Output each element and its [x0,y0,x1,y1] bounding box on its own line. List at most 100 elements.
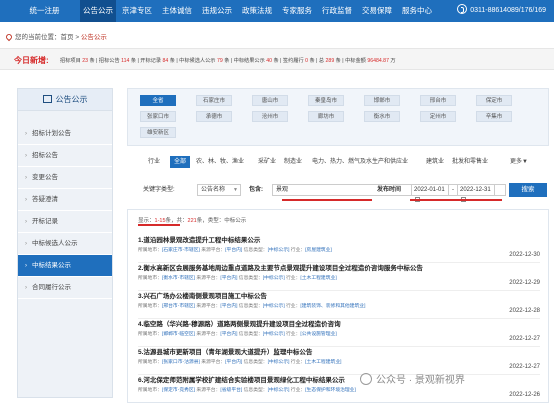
stat-unit: 条 [89,58,95,64]
nav-item-announcements[interactable]: 公告公示 [80,0,116,22]
keyword-type-select[interactable]: 公告名称 ▼ [197,184,241,196]
stat-unit: 条 [224,58,230,64]
phone-icon [457,4,468,14]
region-chip[interactable]: 辛集市 [476,111,512,122]
result-title[interactable]: 2.衡水高新区会展服务基地周边重点道路及主要节点景观提升建设项目全过程造价咨询服… [138,262,423,272]
sidebar-item-tender[interactable]: › 招标公告 [18,145,112,167]
result-date: 2022-12-30 [509,252,540,258]
results-list: 显示：1-15条，共：221条，类型：中标公示 1.道沿园林景观改造提升工程中标… [127,209,549,403]
keyword-type-value: 公告名称 [201,187,226,193]
region-chip[interactable]: 雄安新区 [140,127,176,138]
search-button[interactable]: 搜索 [509,183,547,197]
region-chip[interactable]: 石家庄市 [196,95,232,106]
industry-item[interactable]: 农、林、牧、渔业 [196,156,244,168]
result-item[interactable]: 6.河北保定师范附属学校扩建结合实验楼项目景观绿化工程中标结果公示 所属地市：[… [138,374,540,403]
region-chip[interactable]: 唐山市 [252,95,288,106]
nav-item-violations[interactable]: 违规公示 [200,0,234,22]
nav-item-register[interactable]: 统一注册 [29,0,60,22]
breadcrumb-current: 公告公示 [80,34,107,41]
nav-item-security[interactable]: 交易保障 [360,0,394,22]
hotline: 0311-88614089/176/169 [457,0,546,22]
result-title[interactable]: 5.沽源县城市更新项目（青年湖景观大道提升）监理中标公告 [138,346,312,356]
chevron-right-icon: › [25,153,27,159]
stat-value: 96484.87 [367,58,389,64]
nav-item-service[interactable]: 服务中心 [400,0,434,22]
result-meta: 所属地市：[张家口市-沽源县] 来源平台：[平台内] 信息类型：[中标公示] 行… [138,360,342,365]
sidebar-item-label: 合同履行公示 [32,284,71,291]
nav-item-expert[interactable]: 专家服务 [280,0,314,22]
stat-label: 中标候选人公示 [179,58,216,64]
region-chip[interactable]: 衡水市 [364,111,400,122]
date-underline [410,199,502,201]
date-from-value: 2022-01-01 [414,187,445,193]
region-chip[interactable]: 全省 [140,95,176,106]
sidebar-item-plan[interactable]: › 招标计划公告 [18,123,112,145]
chevron-right-icon: › [25,241,27,247]
stat-unit: 条 [273,58,279,64]
region-chip[interactable]: 沧州市 [252,111,288,122]
industry-item[interactable]: 制造业 [284,156,302,168]
stat-value: 289 [325,58,335,64]
stat-value: 114 [121,58,130,64]
region-chip[interactable]: 邯郸市 [364,95,400,106]
industry-all[interactable]: 全部 [170,156,191,168]
nav-item-policy[interactable]: 政策法规 [240,0,274,22]
keyword-underline [282,199,372,201]
industry-item[interactable]: 采矿业 [258,156,276,168]
region-chip[interactable]: 廊坊市 [308,111,344,122]
result-title[interactable]: 6.河北保定师范附属学校扩建结合实验楼项目景观绿化工程中标结果公示 [138,374,345,384]
region-chip[interactable]: 承德市 [196,111,232,122]
stat-value: 23 [82,58,88,64]
nav-item-jingjin[interactable]: 京津专区 [120,0,154,22]
sidebar-item-label: 开标记录 [32,218,58,225]
region-chip[interactable]: 定州市 [420,111,456,122]
stat-label: 签约履行 [282,58,304,64]
sidebar-item-candidates[interactable]: › 中标候选人公示 [18,233,112,255]
sidebar-item-label: 招标公告 [32,152,58,159]
chevron-right-icon: › [25,263,27,269]
stats-row: 招标项目 23 条 | 招标公告 114 条 | 开标记录 84 条 | 中标候… [60,58,396,64]
nav-item-credit[interactable]: 主体诚信 [160,0,194,22]
sidebar-item-results[interactable]: › 中标结果公示 [18,255,112,277]
chevron-right-icon: › [25,285,27,291]
result-title[interactable]: 4.临空路（华兴路-穆源路）道路两侧景观提升建设项目全过程造价咨询 [138,318,341,328]
today-stats-bar: 今日新增: 招标项目 23 条 | 招标公告 114 条 | 开标记录 84 条… [0,48,554,70]
region-chip[interactable]: 秦皇岛市 [308,95,344,106]
breadcrumb-home[interactable]: 首页 [61,34,74,41]
industry-item[interactable]: 批发和零售业 [452,156,488,168]
result-title[interactable]: 3.兴石广场办公楼南侧景观项目施工中标公告 [138,290,267,300]
location-pin-icon [4,32,14,42]
industry-more[interactable]: 更多▼ [510,156,528,168]
sidebar-item-label: 答疑澄清 [32,196,58,203]
date-separator: - [452,187,454,193]
sidebar-item-contract[interactable]: › 合同履行公示 [18,277,112,299]
result-meta: 所属地市：[石家庄市-市辖区] 来源平台：[平台内] 信息类型：[中标公示] 行… [138,248,332,253]
top-nav: 统一注册 公告公示 京津专区 主体诚信 违规公示 政策法规 专家服务 行政监督 … [0,0,554,22]
sidebar-title: 公告公示 [55,95,88,104]
sidebar: 公告公示 › 招标计划公告 › 招标公告 › 变更公告 › 答疑澄清 › 开标记录 › 中标… [17,88,113,398]
region-chip[interactable]: 保定市 [476,95,512,106]
date-to-input[interactable]: 2022-12-31 [457,184,495,202]
results-total: 221 [187,218,197,224]
sidebar-item-qa[interactable]: › 答疑澄清 [18,189,112,211]
stat-label: 招标项目 [60,58,81,64]
sidebar-item-change[interactable]: › 变更公告 [18,167,112,189]
stat-value: 79 [216,58,223,64]
stat-label: 招标公告 [98,58,120,64]
stat-label: 中标金额 [345,58,366,64]
sidebar-item-opening[interactable]: › 开标记录 [18,211,112,233]
sidebar-item-label: 招标计划公告 [32,130,71,137]
result-date: 2022-12-26 [509,392,540,398]
nav-item-supervision[interactable]: 行政监督 [320,0,354,22]
region-chip[interactable]: 邢台市 [420,95,456,106]
date-from-input[interactable]: 2022-01-01 [411,184,449,202]
result-title[interactable]: 1.道沿园林景观改造提升工程中标结果公示 [138,234,260,244]
hotline-number: 0311-88614089/176/169 [470,7,546,14]
wechat-logo-icon [360,373,372,385]
result-meta: 所属地市：[衡水市-市辖区] 来源平台：[平台内] 信息类型：[中标公示] 行业… [138,276,337,281]
industry-item[interactable]: 电力、热力、燃气及水生产和供应业 [312,156,408,168]
result-meta: 所属地市：[邢台市-市辖区] 来源平台：[平台内] 信息类型：[中标公示] 行业… [138,304,366,309]
contains-label: 包含: [249,187,263,193]
industry-item[interactable]: 建筑业 [426,156,444,168]
region-chip[interactable]: 张家口市 [140,111,176,122]
